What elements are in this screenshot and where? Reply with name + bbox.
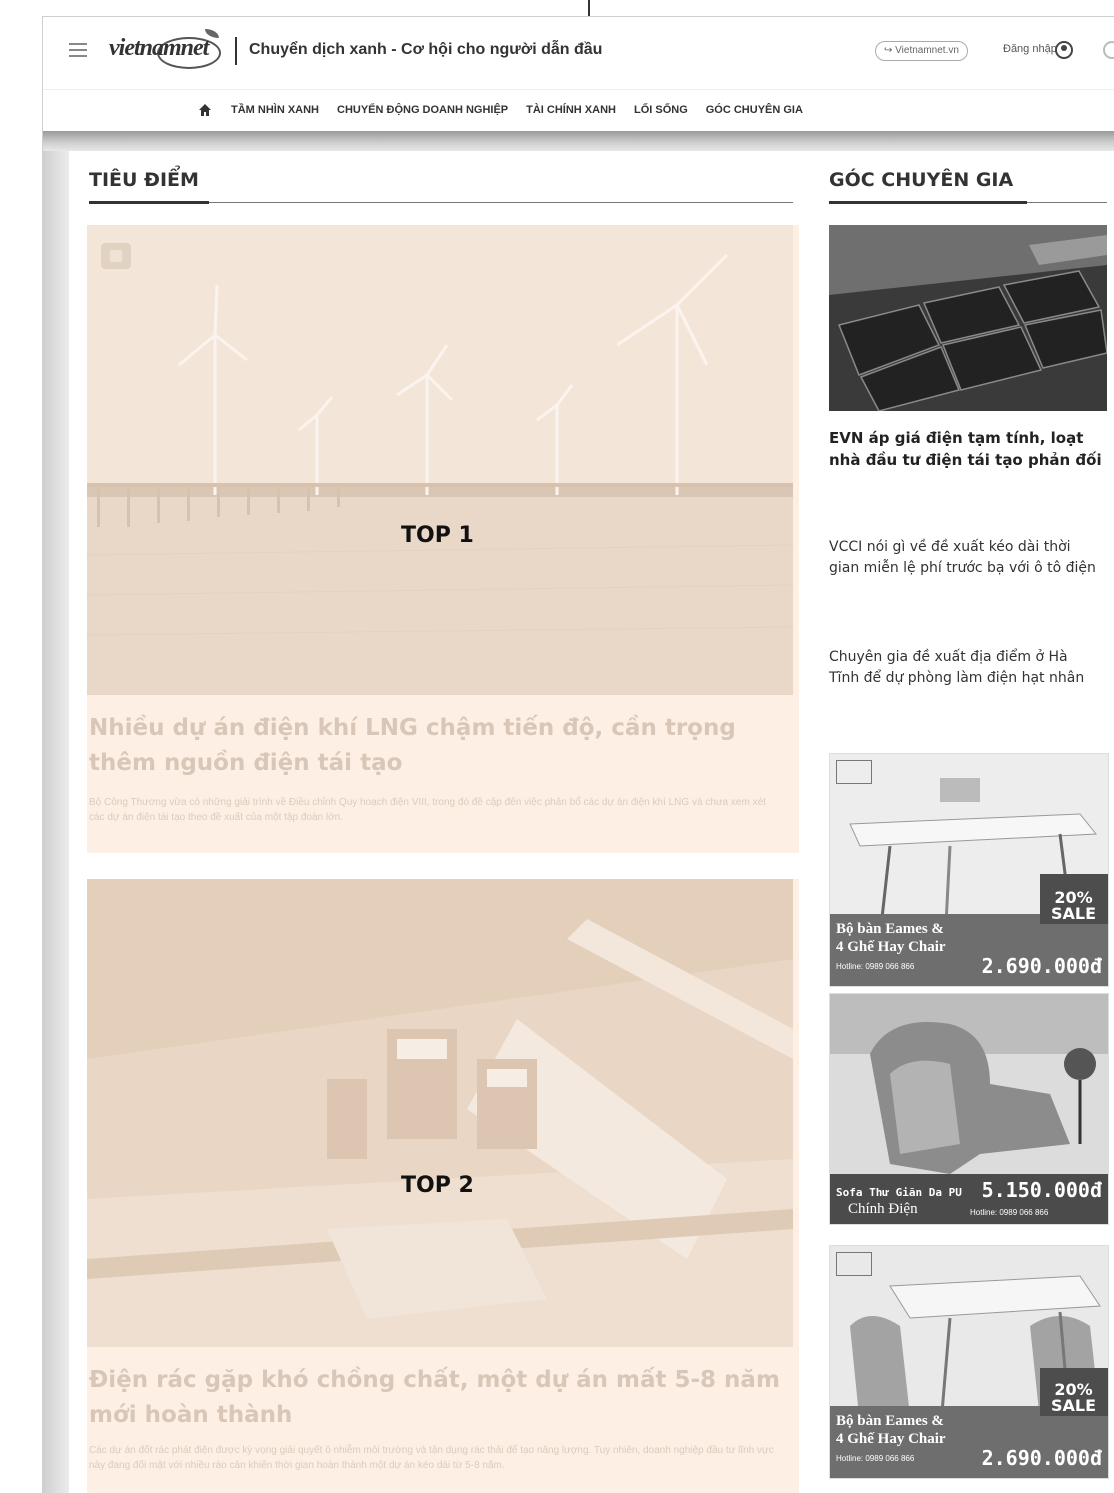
nav-loi-song[interactable]: LỐI SỐNG (634, 104, 688, 116)
rank-label: TOP 2 (401, 1173, 474, 1198)
main-nav: TẦM NHÌN XANH CHUYỂN ĐỘNG DOANH NGHIỆP T… (43, 89, 1114, 131)
ad-hotline: Hotline: 0989 066 866 (836, 962, 915, 971)
vietnamnet-link-label: Vietnamnet.vn (895, 45, 959, 56)
ad-title-line: Bộ bàn Eames & (836, 921, 944, 937)
nav-tai-chinh-xanh[interactable]: TÀI CHÍNH XANH (526, 104, 616, 116)
ad-title-line: Chính Điện (848, 1201, 918, 1217)
sale-badge-word: SALE (1050, 1396, 1096, 1415)
ad-hotline: Hotline: 0989 066 866 (836, 1454, 915, 1463)
logo-wordmark: vietnamnet (109, 35, 209, 61)
sidebar-lead-image[interactable] (829, 225, 1107, 411)
page-title[interactable]: Chuyển dịch xanh - Cơ hội cho người dẫn … (249, 41, 602, 59)
user-icon[interactable] (1055, 41, 1073, 59)
site-header: vietnamnet Chuyển dịch xanh - Cơ hội cho… (43, 17, 1114, 89)
login-link[interactable]: Đăng nhập (1003, 43, 1057, 55)
ad-title-line: 4 Ghế Hay Chair (836, 939, 946, 955)
top-divider-tick (588, 0, 590, 16)
card-title[interactable]: Điện rác gặp khó chồng chất, một dự án m… (89, 1363, 789, 1433)
section-rule-accent (829, 201, 1027, 204)
sidebar-lead-title[interactable]: EVN áp giá điện tạm tính, loạt nhà đầu t… (829, 427, 1109, 471)
featured-card-top2[interactable]: TOP 2 Điện rác gặp khó chồng chất, một d… (87, 879, 799, 1493)
featured-card-top1[interactable]: TOP 1 Nhiều dự án điện khí LNG chậm tiến… (87, 225, 799, 853)
browser-page: vietnamnet Chuyển dịch xanh - Cơ hội cho… (42, 16, 1114, 1493)
vietnamnet-link[interactable]: ↪ Vietnamnet.vn (875, 41, 968, 61)
nav-chuyen-dong-doanh-nghiep[interactable]: CHUYỂN ĐỘNG DOANH NGHIỆP (337, 104, 508, 116)
card-image-waste-plant[interactable] (87, 879, 793, 1347)
ad-brand-logo (836, 760, 872, 784)
ad-brand-logo (836, 1252, 872, 1276)
header-gradient-band (43, 131, 1114, 151)
rank-label: TOP 1 (401, 523, 474, 548)
search-icon[interactable] (1103, 41, 1114, 59)
card-image-wind-farm[interactable] (87, 225, 793, 695)
ad-title-line: Bộ bàn Eames & (836, 1413, 944, 1429)
sale-badge-word: SALE (1050, 904, 1096, 923)
sale-badge: 20% SALE (1051, 1382, 1096, 1414)
home-icon[interactable] (199, 104, 211, 116)
card-summary: Bộ Công Thương vừa có những giải trình v… (89, 797, 766, 823)
sidebar-article-link[interactable]: Chuyên gia đề xuất địa điểm ở Hà Tĩnh để… (829, 647, 1099, 689)
section-title-tieu-diem[interactable]: TIÊU ĐIỂM (89, 169, 199, 191)
ad-banner-table-2[interactable]: 20% SALE Bộ bàn Eames & 4 Ghế Hay Chair H… (829, 1245, 1109, 1479)
ad-price: 2.690.000đ (981, 1446, 1102, 1470)
menu-icon[interactable] (69, 43, 87, 57)
left-background-stripe (43, 151, 69, 1493)
gallery-icon (101, 243, 131, 269)
nav-tam-nhin-xanh[interactable]: TẦM NHÌN XANH (231, 104, 319, 116)
nav-goc-chuyen-gia[interactable]: GÓC CHUYÊN GIA (706, 104, 803, 116)
card-title[interactable]: Nhiều dự án điện khí LNG chậm tiến độ, c… (89, 711, 779, 781)
ad-price: 5.150.000đ (981, 1178, 1102, 1202)
section-rule-accent (89, 201, 209, 204)
section-title-goc-chuyen-gia[interactable]: GÓC CHUYÊN GIA (829, 169, 1013, 191)
card-summary: Các dự án đốt rác phát điện được kỳ vọng… (89, 1445, 774, 1471)
ad-banner-table[interactable]: 20% SALE Bộ bàn Eames & 4 Ghế Hay Chair H… (829, 753, 1109, 987)
site-logo[interactable]: vietnamnet (105, 29, 225, 71)
ad-banner-sofa[interactable]: Sofa Thư Giãn Da PU Chính Điện 5.150.000… (829, 993, 1109, 1225)
header-separator (235, 37, 237, 65)
ad-hotline: Hotline: 0989 066 866 (970, 1208, 1049, 1217)
ad-title-line: 4 Ghế Hay Chair (836, 1431, 946, 1447)
sidebar-article-link[interactable]: VCCI nói gì về đề xuất kéo dài thời gian… (829, 537, 1099, 579)
sale-badge: 20% SALE (1051, 890, 1096, 922)
ad-price: 2.690.000đ (981, 954, 1102, 978)
